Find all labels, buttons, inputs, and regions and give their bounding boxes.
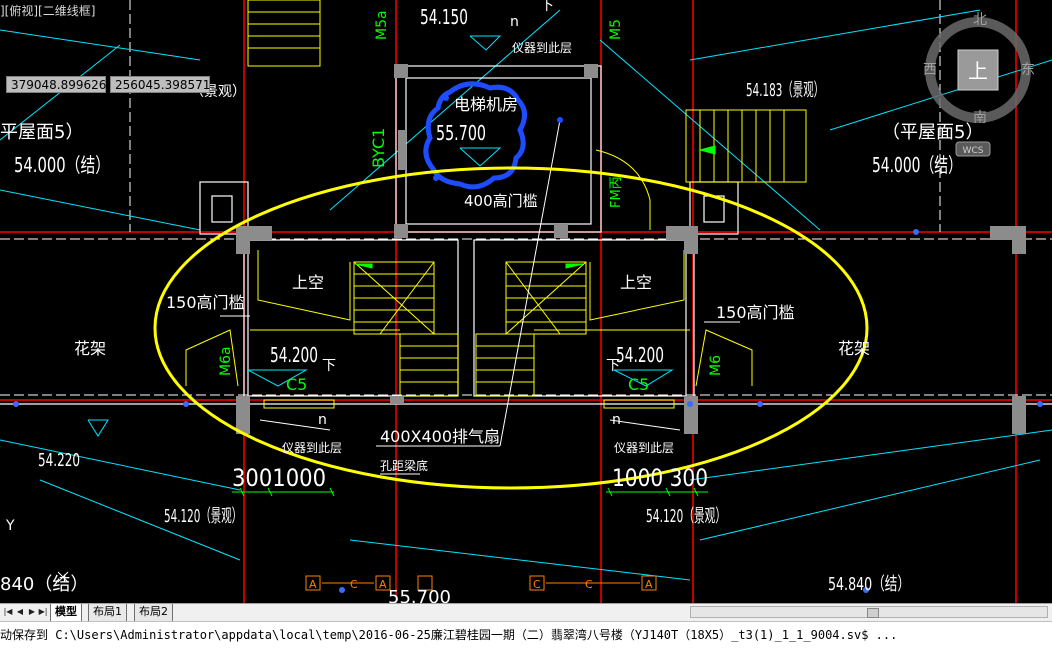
elev-54183: 54.183（景观） (746, 80, 824, 101)
n-left: n (318, 412, 327, 428)
elevator-room: 电梯机房 (454, 95, 518, 114)
compass-east[interactable]: 东 (1021, 62, 1035, 78)
drawing-viewport[interactable]: 54.150 n 下 仪器到此层 M5a M5 54.183（景观） （景观） … (0, 0, 1052, 603)
tab-layout2[interactable]: 布局2 (134, 604, 173, 621)
c5-right: C5 (628, 375, 649, 394)
label-a2: A (379, 578, 387, 591)
elev-54120-right: 54.120（景观） (646, 506, 726, 527)
threshold-400: 400高门槛 (464, 192, 538, 210)
slope-lines (0, 9, 1052, 581)
command-line-history[interactable]: 动保存到 C:\Users\Administrator\appdata\loca… (0, 621, 1052, 648)
dim-left: 3001000 (232, 464, 326, 492)
elev-54000-left: 54.000（结） (14, 153, 110, 177)
viewcube[interactable]: 上 北 南 西 东 WCS (918, 8, 1044, 158)
elev-54150: 54.150 (420, 5, 468, 29)
threshold-150-right: 150高门槛 (716, 303, 795, 322)
dim-right: 1000 300 (612, 464, 708, 492)
first-tab-icon[interactable]: |◀ (3, 606, 13, 618)
compass-south[interactable]: 南 (973, 110, 987, 126)
tag-n-top: n (510, 14, 519, 30)
label-c1: C (350, 578, 358, 591)
beam-note: 孔距梁底 (380, 458, 428, 473)
coord-x-readout: 379048.899626 (6, 76, 106, 93)
tab-model[interactable]: 模型 (50, 604, 82, 621)
threshold-150-left: 150高门槛 (166, 293, 245, 312)
axis-y: Y (5, 518, 15, 534)
door-m5: M5 (608, 19, 624, 40)
elev-54200-right: 54.200 (616, 343, 664, 367)
down-right: 下 (606, 358, 620, 374)
label-c3: C (585, 578, 593, 591)
layout-tab-bar: |◀ ◀ ▶ ▶| 模型 布局1 布局2 (0, 603, 1052, 621)
bottom-hatch (305, 575, 657, 591)
down-left: 下 (322, 358, 336, 374)
roof-left: 平屋面5） (0, 122, 83, 143)
void-right: 上空 (620, 273, 652, 292)
note-to-floor-top: 仪器到此层 (512, 41, 572, 55)
elev-840-left: 840（结） (0, 574, 88, 595)
elev-55700: 55.700 (436, 121, 486, 145)
last-tab-icon[interactable]: ▶| (38, 606, 48, 618)
elev-54120-left: 54.120（景观） (164, 506, 242, 527)
trellis-left: 花架 (74, 339, 106, 358)
m6a: M6a (218, 346, 234, 376)
elev-bottom: 55.700 (388, 587, 451, 603)
elev-54840: 54.840（结） (828, 574, 910, 595)
horizontal-scrollbar[interactable] (690, 606, 1048, 618)
leader-lines (220, 119, 740, 475)
next-tab-icon[interactable]: ▶ (27, 606, 37, 618)
compass-west[interactable]: 西 (923, 62, 937, 78)
trellis-right: 花架 (838, 339, 870, 358)
coord-y-readout: 256045.398571 (110, 76, 210, 93)
door-m5a: M5a (374, 10, 390, 40)
elev-54200-left: 54.200 (270, 343, 318, 367)
m6: M6 (708, 355, 724, 376)
tab-layout1[interactable]: 布局1 (88, 604, 127, 621)
level-symbols (87, 35, 674, 437)
fm: FM丙 (609, 176, 624, 208)
label-c2: C (533, 578, 541, 591)
label-a3: A (645, 578, 653, 591)
byc1: BYC1 (369, 128, 388, 168)
elev-54220: 54.220 (38, 450, 80, 471)
exhaust: 400X400排气扇 (380, 427, 500, 446)
c5-left: C5 (286, 375, 307, 394)
tag-down-top: 下 (540, 0, 554, 14)
note-to-floor-right: 仪器到此层 (614, 441, 674, 455)
scrollbar-thumb[interactable] (867, 608, 879, 618)
void-left: 上空 (292, 273, 324, 292)
compass-north[interactable]: 北 (973, 12, 987, 28)
note-to-floor-left: 仪器到此层 (282, 441, 342, 455)
n-right: n (612, 412, 621, 428)
label-a1: A (309, 578, 317, 591)
viewcube-face-label: 上 (968, 59, 988, 83)
viewport-label[interactable]: ][俯视][二维线框] (0, 2, 95, 19)
highlight-ellipse (153, 166, 869, 490)
wcs-label: WCS (963, 146, 984, 156)
prev-tab-icon[interactable]: ◀ (15, 606, 25, 618)
